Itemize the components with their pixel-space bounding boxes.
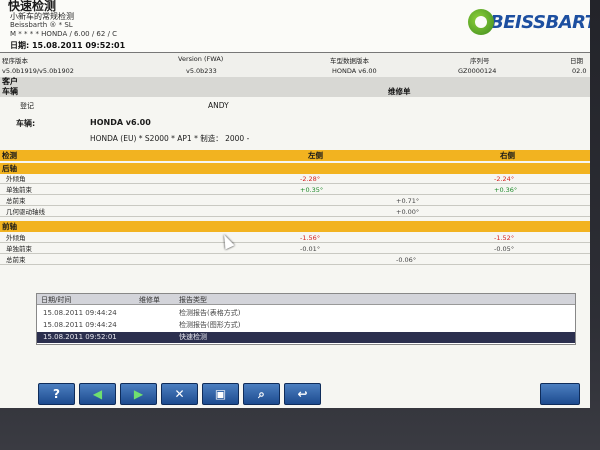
history-col-date[interactable]: 日期/时间 xyxy=(41,295,71,305)
history-row[interactable]: 15.08.2011 09:44:24 检测报告(图形方式) xyxy=(37,320,575,331)
return-icon: ↩ xyxy=(297,387,308,401)
history-col-order[interactable]: 维修单 xyxy=(139,295,160,305)
vehicle-section-bar: 车辆 维修单 xyxy=(0,87,590,97)
report-header: 快速检测 小新车的常规检测 Beissbarth ® * SL M * * * … xyxy=(0,0,590,52)
total-value: +0.71° xyxy=(396,197,420,205)
history-row[interactable]: 15.08.2011 09:44:24 检测报告(表格方式) xyxy=(37,308,575,319)
measurement-row: 单独前束 +0.35° +0.36° xyxy=(0,186,590,195)
serial-value: GZ0000124 xyxy=(458,67,497,75)
measurement-row: 总前束 -0.06° xyxy=(0,256,590,265)
history-row-type: 检测报告(表格方式) xyxy=(179,309,241,317)
history-header: 日期/时间 维修单 报告类型 xyxy=(37,294,575,305)
logo-text: BEISSBART xyxy=(490,11,590,33)
history-row-date: 15.08.2011 09:44:24 xyxy=(43,309,117,317)
measurement-label: 总前束 xyxy=(6,197,26,205)
app-screen: 快速检测 小新车的常规检测 Beissbarth ® * SL M * * * … xyxy=(0,0,590,408)
vehicle-code-line: M * * * * HONDA / 6.00 / 62 / C xyxy=(10,30,118,38)
close-button[interactable]: ✕ xyxy=(161,383,198,405)
rear-axle-band: 后轴 xyxy=(0,163,590,174)
history-row-date: 15.08.2011 09:52:01 xyxy=(43,333,117,341)
arrow-left-icon: ◀ xyxy=(92,387,103,401)
measurement-row: 单独前束 -0.01° -0.05° xyxy=(0,245,590,254)
version-strip: 程序版本 v5.0b1919/v5.0b1902 Version (FWA) v… xyxy=(0,52,590,80)
history-row-date: 15.08.2011 09:44:24 xyxy=(43,321,117,329)
history-row-type: 快速检测 xyxy=(179,333,207,341)
customer-section-label: 客户 xyxy=(2,77,18,86)
front-axle-label: 前轴 xyxy=(2,222,17,231)
db-version-label: 车型数据版本 xyxy=(330,57,369,65)
logo-mark-icon xyxy=(468,9,494,35)
db-version-value: HONDA v6.00 xyxy=(332,67,377,75)
right-side-label: 右侧 xyxy=(500,151,515,160)
right-value: -2.24° xyxy=(494,175,515,183)
right-value: -1.52° xyxy=(494,234,515,242)
measurement-row: 总前束 +0.71° xyxy=(0,197,590,206)
left-value: -1.56° xyxy=(300,234,321,242)
front-axle-band: 前轴 xyxy=(0,221,590,232)
right-value: -0.05° xyxy=(494,245,515,253)
measurement-row: 几何驱动轴线 +0.00° xyxy=(0,208,590,217)
report-history-list[interactable]: 日期/时间 维修单 报告类型 15.08.2011 09:44:24 检测报告(表… xyxy=(36,293,576,345)
right-value: +0.36° xyxy=(494,186,518,194)
program-version-value: v5.0b1919/v5.0b1902 xyxy=(2,67,74,75)
measurement-row: 外倾角 -1.56° -1.52° xyxy=(0,234,590,243)
measurement-label: 单独前束 xyxy=(6,245,32,253)
measurement-header-label: 检测 xyxy=(2,151,17,160)
measurement-label: 外倾角 xyxy=(6,234,26,242)
repair-order-label: 维修单 xyxy=(388,87,411,96)
toolbar: ? ◀ ▶ ✕ ▣ ⌕ ↩ xyxy=(38,383,338,405)
left-value: +0.35° xyxy=(300,186,324,194)
measurement-label: 几何驱动轴线 xyxy=(6,208,45,216)
help-button[interactable]: ? xyxy=(38,383,75,405)
fwa-version-label: Version (FWA) xyxy=(178,55,224,63)
rear-axle-label: 后轴 xyxy=(2,164,17,173)
customer-section-bar: 客户 xyxy=(0,77,590,87)
vehicle-detail: HONDA (EU) * S2000 * AP1 * 制造： 2000 - xyxy=(90,134,250,143)
report-date: 日期: 15.08.2011 09:52:01 xyxy=(10,41,126,50)
printer-icon: ▣ xyxy=(214,387,227,401)
brand-line: Beissbarth ® * SL xyxy=(10,21,73,29)
left-value: -0.01° xyxy=(300,245,321,253)
magnifier-icon: ⌕ xyxy=(258,386,265,401)
program-version-label: 程序版本 xyxy=(2,57,28,65)
extra-label: 日期 xyxy=(570,57,583,65)
measurement-label: 单独前束 xyxy=(6,186,32,194)
fwa-version-value: v5.0b233 xyxy=(186,67,217,75)
measurement-header-row: 检测 左侧 右侧 xyxy=(0,150,590,161)
register-value: ANDY xyxy=(208,101,229,110)
measurement-label: 总前束 xyxy=(6,256,26,264)
beissbarth-logo: BEISSBART xyxy=(468,8,590,36)
forward-button[interactable]: ▶ xyxy=(120,383,157,405)
back-button[interactable]: ◀ xyxy=(79,383,116,405)
print-button[interactable]: ▣ xyxy=(202,383,239,405)
extra-value: 02.0 xyxy=(572,67,587,75)
arrow-right-icon: ▶ xyxy=(133,387,144,401)
history-row[interactable]: 15.08.2011 09:52:01 快速检测 xyxy=(37,332,575,343)
help-icon: ? xyxy=(53,387,60,401)
history-row-type: 检测报告(图形方式) xyxy=(179,321,241,329)
return-button[interactable]: ↩ xyxy=(284,383,321,405)
register-label: 登记 xyxy=(20,102,34,110)
close-icon: ✕ xyxy=(174,387,185,401)
history-col-type[interactable]: 报告类型 xyxy=(179,295,207,305)
vehicle-field-label: 车辆: xyxy=(16,119,36,128)
measurement-row: 外倾角 -2.28° -2.24° xyxy=(0,175,590,184)
vehicle-name: HONDA v6.00 xyxy=(90,118,151,127)
total-value: -0.06° xyxy=(396,256,417,264)
measurement-label: 外倾角 xyxy=(6,175,26,183)
vehicle-section-label: 车辆 xyxy=(2,87,18,96)
toolbar-right-button[interactable] xyxy=(540,383,580,405)
serial-label: 序列号 xyxy=(470,57,490,65)
total-value: +0.00° xyxy=(396,208,420,216)
left-value: -2.28° xyxy=(300,175,321,183)
search-button[interactable]: ⌕ xyxy=(243,383,280,405)
left-side-label: 左侧 xyxy=(308,151,323,160)
